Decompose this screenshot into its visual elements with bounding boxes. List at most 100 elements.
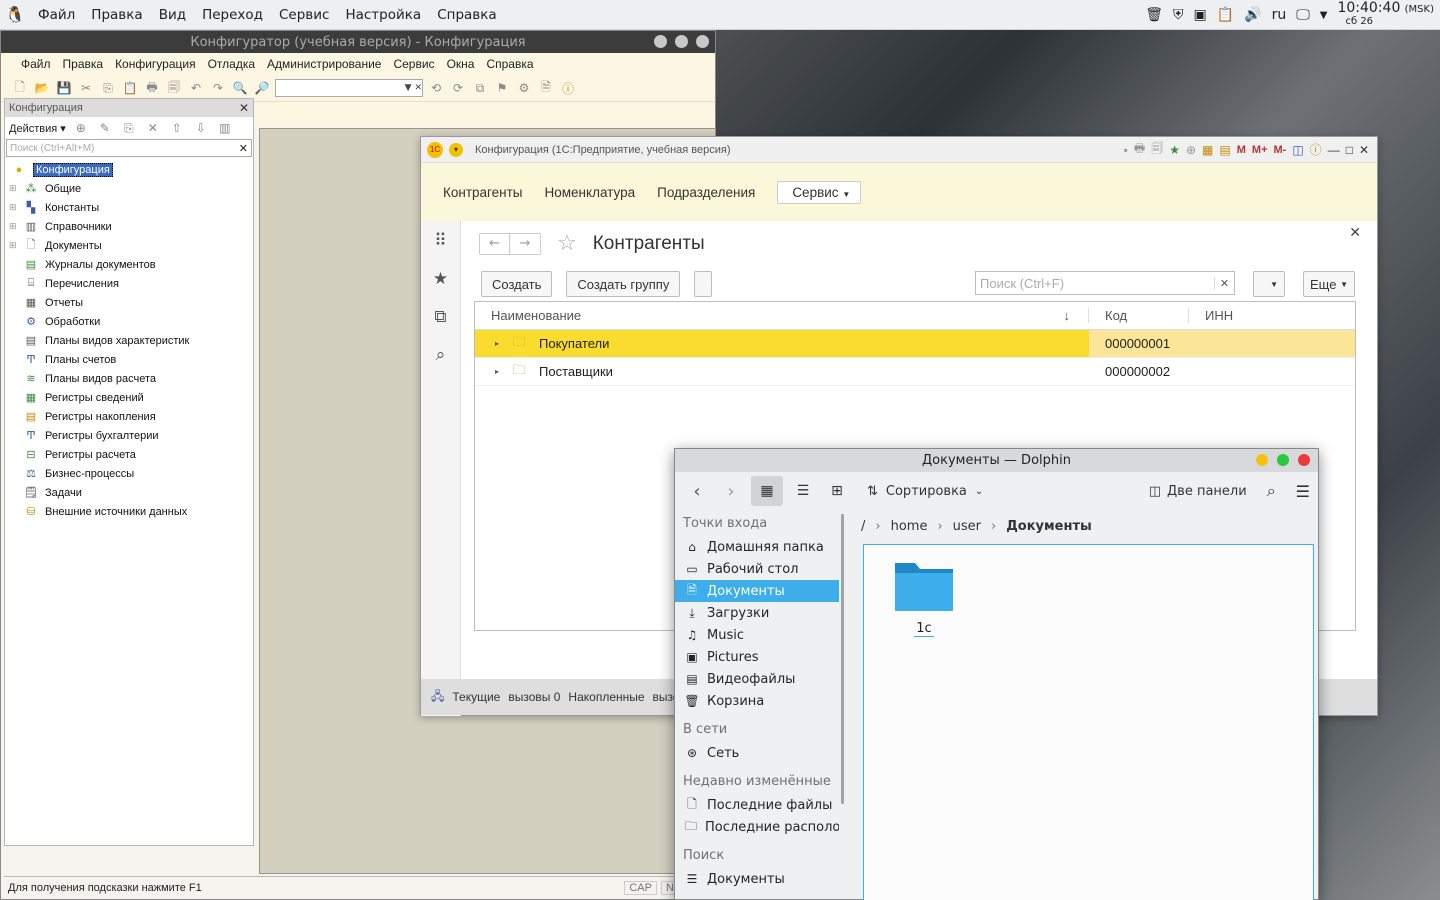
search-options-button[interactable]: ▼ [1253, 271, 1285, 297]
volume-icon[interactable]: 🔊 [1244, 7, 1261, 23]
main-menu-icon[interactable]: ▾ [449, 142, 463, 157]
section-counterparties[interactable]: Контрагенты [443, 185, 523, 200]
memory-plus-button[interactable]: M+ [1252, 144, 1268, 156]
tree-item-business-processes[interactable]: ⚖ Бизнес-процессы [5, 464, 253, 483]
column-inn[interactable]: ИНН [1189, 308, 1233, 323]
maximize-button[interactable] [1277, 454, 1289, 466]
trash-icon[interactable]: 🗑 [1145, 7, 1163, 23]
sort-icon[interactable]: ▥ [216, 119, 234, 137]
save-icon[interactable]: 💾 [55, 79, 73, 97]
tree-item-enums[interactable]: ⌸ Перечисления [5, 274, 253, 293]
expand-icon[interactable]: ▸ [475, 339, 499, 348]
terminal-icon[interactable]: ▣ [1194, 7, 1207, 23]
tree-item-catalogs[interactable]: ⊞ ▥ Справочники [5, 217, 253, 236]
maximize-button[interactable] [675, 35, 688, 48]
tree-root[interactable]: ● Конфигурация [5, 160, 253, 179]
place-home[interactable]: ⌂ Домашняя папка [675, 536, 839, 558]
cfg-menu-admin[interactable]: Администрирование [261, 57, 387, 71]
breadcrumb-documents[interactable]: Документы [1006, 519, 1092, 534]
redo-icon[interactable]: ↷ [209, 79, 227, 97]
tree-item-accumulation-registers[interactable]: ▤ Регистры накопления [5, 407, 253, 426]
cfg-menu-windows[interactable]: Окна [441, 57, 481, 71]
calendar-icon[interactable]: ▤ [1219, 143, 1230, 157]
windows-icon[interactable]: ⧉ [471, 79, 489, 97]
table-row[interactable]: ▸ 🗀 Покупатели 000000001 [475, 330, 1355, 358]
cfg-menu-file[interactable]: Файл [15, 57, 57, 71]
place-videos[interactable]: ▤ Видеофайлы [675, 668, 839, 690]
tree-item-chart-of-characteristic-types[interactable]: ▤ Планы видов характеристик [5, 331, 253, 350]
place-documents[interactable]: 🗎 Документы [675, 580, 839, 602]
create-group-button[interactable]: Создать группу [566, 271, 681, 297]
enterprise-titlebar[interactable]: 1C ▾ Конфигурация (1С:Предприятие, учебн… [421, 137, 1377, 163]
file-item[interactable]: 1c [892, 559, 956, 637]
panel-menu-edit[interactable]: Правка [83, 7, 150, 23]
place-search-documents[interactable]: ☰ Документы [675, 868, 839, 890]
minimize-button[interactable] [654, 35, 667, 48]
minimize-button[interactable] [1256, 454, 1268, 466]
favorites-add-icon[interactable]: ★ [1169, 143, 1180, 157]
tree-item-calculation-registers[interactable]: ⊟ Регистры расчета [5, 445, 253, 464]
close-button[interactable]: ✕ [1359, 143, 1369, 157]
memory-minus-button[interactable]: M- [1274, 144, 1287, 156]
clear-search-icon[interactable]: ✕ [1214, 276, 1234, 290]
forward-icon[interactable]: › [717, 481, 745, 502]
panel-menu-view[interactable]: Вид [151, 7, 194, 23]
save-icon[interactable]: ▪ [1124, 143, 1128, 157]
column-name[interactable]: Наименование ↓ [475, 308, 1089, 323]
delete-icon[interactable]: ✕ [144, 119, 162, 137]
calculator-icon[interactable]: ▦ [1202, 143, 1213, 157]
tree-item-chart-of-accounts[interactable]: Ͳ Планы счетов [5, 350, 253, 369]
configurator-titlebar[interactable]: Конфигуратор (учебная версия) - Конфигур… [1, 31, 715, 53]
place-recent-locations[interactable]: 🗀 Последние располож [675, 816, 839, 838]
form-search-input[interactable]: Поиск (Ctrl+F) ✕ [975, 271, 1235, 295]
breadcrumb-home[interactable]: home [891, 519, 928, 534]
linux-tux-icon[interactable]: 🐧 [0, 5, 30, 24]
back-arrow-icon[interactable]: ← [480, 233, 510, 254]
cfg-menu-edit[interactable]: Правка [57, 57, 110, 71]
close-button[interactable] [696, 35, 709, 48]
cfg-menu-debug[interactable]: Отладка [202, 57, 261, 71]
tree-item-accounting-registers[interactable]: Ͳ Регистры бухгалтерии [5, 426, 253, 445]
section-departments[interactable]: Подразделения [657, 185, 755, 200]
cut-icon[interactable]: ✂ [77, 79, 95, 97]
cfg-search-combo[interactable]: ▼ ✕ [275, 79, 423, 97]
details-view-icon[interactable]: ☰ [789, 483, 817, 499]
more-actions-small-button[interactable] [694, 271, 713, 297]
breadcrumb-root[interactable]: / [861, 519, 865, 534]
memory-button[interactable]: M [1237, 144, 1246, 156]
place-downloads[interactable]: ⤓ Загрузки [675, 602, 839, 624]
history-icon[interactable]: ⧉ [434, 307, 446, 327]
more-button[interactable]: Еще ▼ [1303, 271, 1355, 297]
panel-menu-go[interactable]: Переход [194, 7, 271, 23]
cfg-menu-configuration[interactable]: Конфигурация [109, 57, 202, 71]
preview-icon[interactable]: 🗐 [165, 79, 183, 97]
tree-item-journals[interactable]: ▤ Журналы документов [5, 255, 253, 274]
tree-view-icon[interactable]: ⊞ [823, 483, 851, 499]
search-icon[interactable]: 🔎 [253, 79, 271, 97]
panels-icon[interactable]: ◫ [1292, 143, 1303, 157]
syntax-icon[interactable]: ⚙ [515, 79, 533, 97]
back-icon[interactable]: ⟲ [427, 79, 445, 97]
edit-icon[interactable]: ✎ [96, 119, 114, 137]
panel-menu-service[interactable]: Сервис [271, 7, 337, 23]
find-in-files-icon[interactable]: 🔍 [231, 79, 249, 97]
tree-item-info-registers[interactable]: ▦ Регистры сведений [5, 388, 253, 407]
place-recent-files[interactable]: 🗋 Последние файлы [675, 794, 839, 816]
place-network[interactable]: ⊛ Сеть [675, 742, 839, 764]
favorites-icon[interactable]: ★ [433, 269, 448, 289]
network-icon[interactable]: 🖧 [431, 687, 444, 708]
display-icon[interactable]: 🖵 [1296, 7, 1310, 23]
minimize-button[interactable]: — [1328, 143, 1340, 157]
add-icon[interactable]: ⊕ [72, 119, 90, 137]
maximize-button[interactable]: □ [1346, 143, 1353, 157]
forward-icon[interactable]: ⟳ [449, 79, 467, 97]
move-up-icon[interactable]: ⇧ [168, 119, 186, 137]
shield-icon[interactable]: ⛨ [1173, 7, 1184, 23]
actions-menu[interactable]: Действия ▾ [9, 122, 66, 135]
grid-menu-icon[interactable]: ⠿ [434, 231, 446, 251]
cfg-menu-help[interactable]: Справка [480, 57, 539, 71]
place-desktop[interactable]: ▭ Рабочий стол [675, 558, 839, 580]
move-down-icon[interactable]: ⇩ [192, 119, 210, 137]
tree-item-tasks[interactable]: 🗒 Задачи [5, 483, 253, 502]
open-folder-icon[interactable]: 📂 [33, 79, 51, 97]
